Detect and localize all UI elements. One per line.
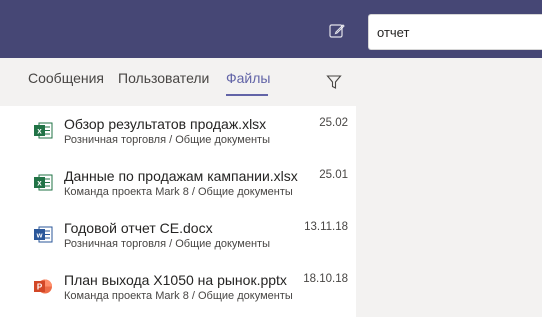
scrollbar[interactable] (356, 106, 366, 317)
file-date: 25.01 (319, 169, 348, 181)
svg-text:x: x (37, 127, 42, 136)
svg-text:x: x (37, 179, 42, 188)
file-name: Обзор результатов продаж.xlsx (64, 116, 267, 132)
powerpoint-icon: P (33, 278, 53, 295)
file-path: Команда проекта Mark 8 / Общие документы (64, 186, 293, 198)
svg-text:w: w (36, 231, 43, 240)
list-item[interactable]: x Обзор результатов продаж.xlsx Рознична… (0, 106, 356, 158)
file-name: Данные по продажам кампании.xlsx (64, 168, 298, 184)
search-results-panel: Сообщения Пользователи Файлы x Обзор рез… (0, 58, 366, 317)
file-date: 25.02 (319, 117, 348, 129)
search-box[interactable] (368, 14, 542, 50)
tab-files[interactable]: Файлы (226, 70, 270, 86)
file-name: План выхода X1050 на рынок.pptx (64, 272, 287, 288)
filter-icon[interactable] (326, 74, 342, 90)
word-icon: w (33, 226, 53, 243)
excel-icon: x (33, 174, 53, 191)
list-item[interactable]: P План выхода X1050 на рынок.pptx Команд… (0, 262, 356, 314)
active-tab-indicator (226, 94, 268, 96)
svg-text:P: P (37, 283, 43, 292)
list-item[interactable]: w Годовой отчет CE.docx Розничная торгов… (0, 210, 356, 262)
excel-icon: x (33, 122, 53, 139)
top-bar-left (0, 0, 366, 58)
file-date: 13.11.18 (304, 221, 348, 233)
top-bar (0, 0, 542, 58)
search-input[interactable] (377, 15, 537, 49)
file-date: 18.10.18 (303, 273, 348, 285)
tabs: Сообщения Пользователи Файлы (0, 58, 366, 98)
content-pane (366, 58, 542, 317)
list-item[interactable]: x Данные по продажам кампании.xlsx Коман… (0, 158, 356, 210)
file-path: Команда проекта Mark 8 / Общие документы (64, 290, 293, 302)
file-path: Розничная торговля / Общие документы (64, 238, 270, 250)
tab-messages[interactable]: Сообщения (28, 70, 104, 86)
file-path: Розничная торговля / Общие документы (64, 134, 270, 146)
compose-icon[interactable] (328, 22, 346, 40)
file-list: x Обзор результатов продаж.xlsx Рознична… (0, 106, 356, 317)
file-name: Годовой отчет CE.docx (64, 220, 213, 236)
tab-people[interactable]: Пользователи (118, 70, 209, 86)
